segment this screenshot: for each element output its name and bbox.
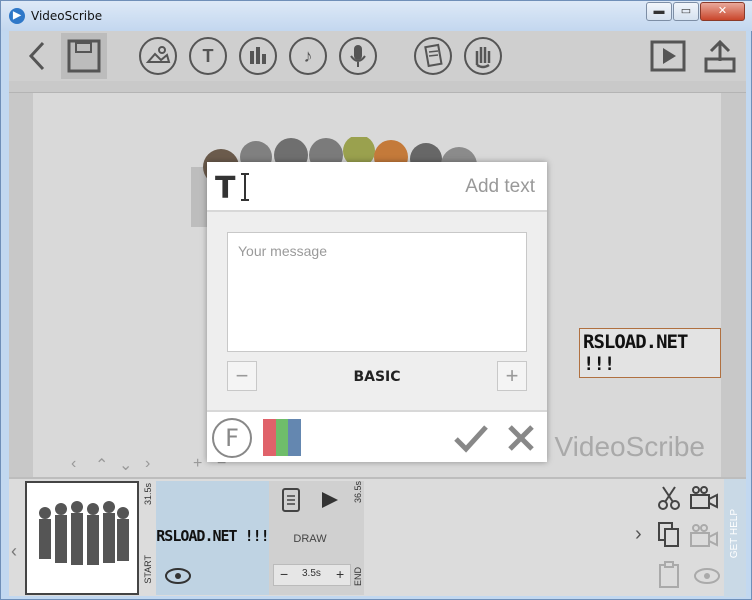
back-button[interactable] [19, 37, 57, 75]
scene-thumbnail[interactable] [25, 481, 139, 595]
start-label: START [143, 555, 153, 584]
zoom-in-icon[interactable]: + [193, 455, 202, 473]
bar-chart-icon [250, 47, 266, 64]
maximize-button[interactable]: ▭ [673, 2, 699, 21]
text-type-icon: T [215, 171, 236, 206]
add-chart-button[interactable] [239, 37, 277, 75]
title-bar: ▶ VideoScribe ▬ ▭ ✕ [1, 1, 752, 31]
videoscribe-logo-icon: ▶ [9, 8, 25, 24]
clip-title: RSLOAD.NET !!! [156, 527, 269, 545]
window-title: VideoScribe [31, 9, 103, 23]
duration-minus-button[interactable]: − [280, 566, 288, 582]
upload-icon [704, 39, 736, 73]
main-toolbar: T ♪ [9, 31, 746, 81]
document-icon [424, 43, 443, 68]
notes-icon[interactable] [281, 487, 301, 513]
get-help-tab[interactable]: GET HELP [724, 479, 746, 597]
dialog-header: T Add text [207, 162, 547, 212]
timeline-right-arrow[interactable]: › [635, 523, 642, 546]
duration-stepper[interactable]: − 3.5s + [273, 564, 351, 586]
clip-start-info: 31.5s START [142, 483, 156, 593]
duration-plus-button[interactable]: + [336, 566, 344, 582]
color-swatch-green [275, 419, 289, 456]
add-voiceover-button[interactable] [339, 37, 377, 75]
clip-actions-panel [649, 479, 724, 597]
clip-draw-panel: DRAW − 3.5s + 36.5s END [269, 481, 364, 595]
timeline-left-arrow[interactable]: ‹ [11, 541, 17, 562]
duration-value: 3.5s [302, 568, 321, 579]
videoscribe-watermark: VideoScribe [554, 431, 705, 462]
hand-icon [475, 47, 491, 69]
horizontal-ruler [9, 81, 746, 93]
music-note-icon: ♪ [303, 46, 313, 66]
image-icon [145, 46, 171, 63]
cancel-x-icon[interactable] [505, 422, 537, 454]
camera-check-icon[interactable] [689, 485, 719, 511]
dialog-title: Add text [465, 176, 535, 197]
confirm-checkmark-icon[interactable] [453, 422, 489, 454]
properties-button[interactable] [414, 37, 452, 75]
add-image-button[interactable] [139, 37, 177, 75]
text-style-label[interactable]: BASIC [207, 369, 547, 385]
message-textarea[interactable] [227, 232, 527, 352]
color-picker-button[interactable] [263, 419, 302, 456]
camera-disabled-icon [690, 524, 718, 547]
minimize-button[interactable]: ▬ [646, 2, 672, 21]
font-picker-button[interactable]: F [212, 418, 252, 458]
nav-left-icon[interactable]: ‹ [71, 455, 76, 473]
text-t-icon: T [202, 46, 214, 66]
timeline: ‹ 31.5s START RSLOAD.NET !!! DRAW − 3.5s… [9, 477, 746, 597]
nav-right-icon[interactable]: › [145, 455, 150, 473]
back-arrow-icon [28, 41, 45, 71]
start-time: 31.5s [143, 483, 153, 506]
draw-label: DRAW [293, 533, 327, 545]
crowd-thumbnail-image [27, 483, 137, 593]
microphone-icon [350, 45, 366, 67]
hand-button[interactable] [464, 37, 502, 75]
save-button[interactable] [61, 33, 107, 79]
publish-button[interactable] [701, 37, 739, 75]
add-text-button[interactable]: T [189, 37, 227, 75]
add-music-button[interactable]: ♪ [289, 37, 327, 75]
get-help-label: GET HELP [729, 509, 740, 559]
end-label: END [353, 567, 363, 587]
color-swatch-red [263, 419, 276, 456]
timeline-clip[interactable]: RSLOAD.NET !!! [156, 481, 270, 595]
end-time: 36.5s [353, 481, 363, 504]
floppy-disk-icon [67, 39, 101, 73]
add-text-dialog: T Add text − BASIC + F [207, 162, 547, 462]
nav-down-icon[interactable]: ⌄ [119, 455, 132, 475]
eye-disabled-icon [694, 568, 720, 584]
preview-button[interactable] [649, 37, 687, 75]
app-window: ▶ VideoScribe ▬ ▭ ✕ T ♪ RSLOAD.NET !!! V… [0, 0, 752, 600]
text-cursor-icon [241, 173, 249, 201]
visibility-eye-icon[interactable] [164, 567, 192, 585]
dialog-footer: F [207, 410, 547, 462]
close-button[interactable]: ✕ [700, 2, 745, 21]
color-swatch-blue [288, 419, 302, 456]
nav-up-icon[interactable]: ⌃ [95, 455, 108, 475]
play-clip-icon[interactable] [319, 489, 341, 511]
play-icon [650, 40, 686, 72]
canvas-text-element[interactable]: RSLOAD.NET !!! [579, 328, 721, 378]
copy-icon[interactable] [657, 521, 681, 549]
scissors-icon[interactable] [657, 485, 681, 511]
paste-icon [659, 561, 679, 588]
increase-size-button[interactable]: + [497, 361, 527, 391]
